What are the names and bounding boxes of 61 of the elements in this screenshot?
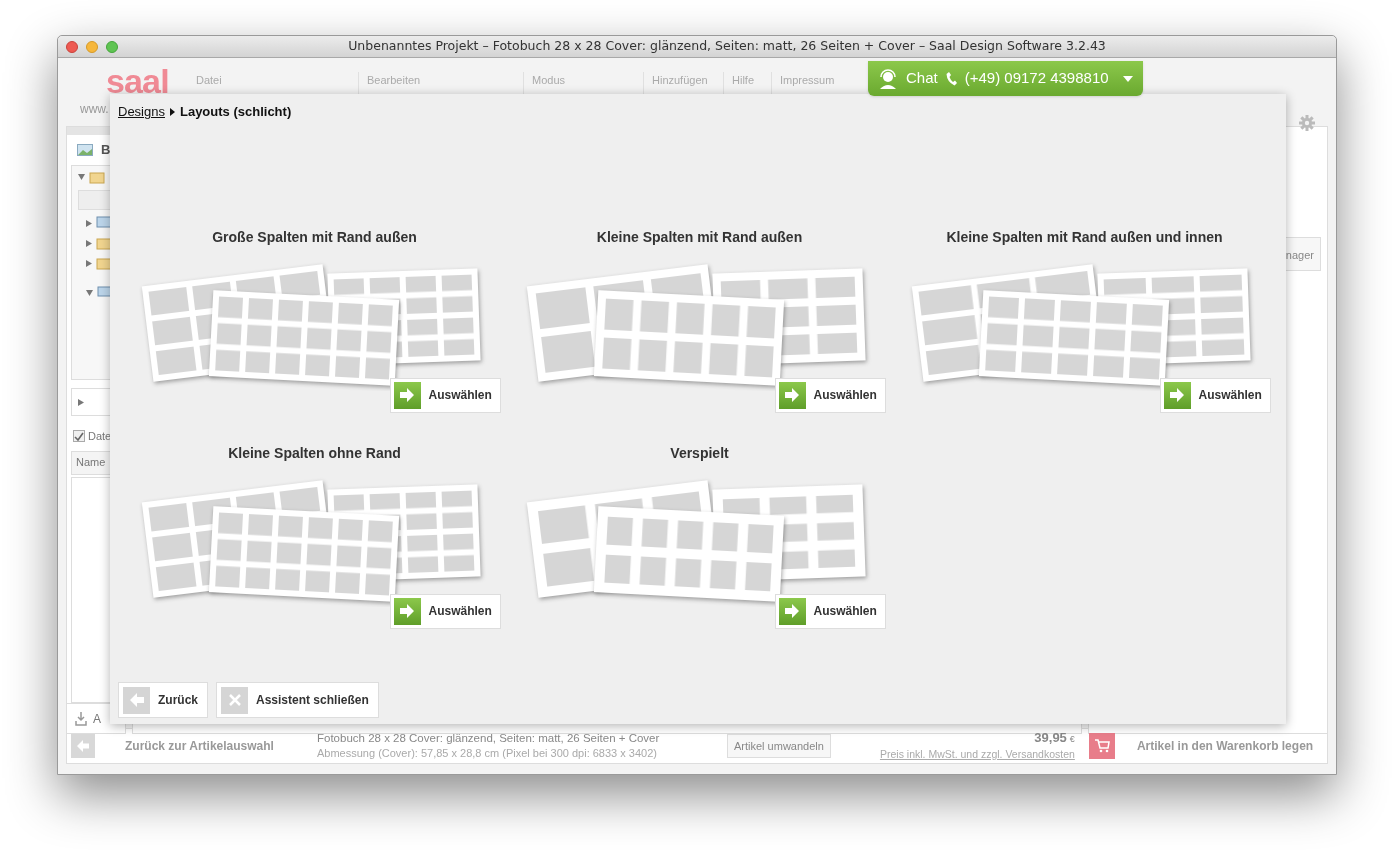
back-button[interactable]: Zurück [118,682,208,718]
panel-label: A [93,710,101,728]
folder-icon [96,256,112,270]
select-layout-button[interactable]: Auswählen [774,377,886,413]
chat-phone-button[interactable]: Chat (+49) 09172 4398810 [868,61,1143,96]
arrow-right-icon [778,597,806,625]
add-to-cart-button[interactable]: Artikel in den Warenkorb legen [1084,729,1327,763]
convert-article-button[interactable]: Artikel umwandeln [727,733,831,759]
folder-icon [89,170,105,184]
arrow-right-icon [393,597,421,625]
phone-icon [945,71,957,86]
select-layout-button[interactable]: Auswählen [1159,377,1271,413]
maximize-window-icon[interactable] [106,40,118,53]
menu-label[interactable]: Bearbeiten [367,72,515,89]
logo: saal [106,66,169,96]
layout-title: Kleine Spalten mit Rand außen und innen [946,227,1223,247]
close-window-icon[interactable] [66,40,78,53]
expand-arrow-icon[interactable] [78,174,85,180]
collapse-arrow-icon[interactable] [78,398,84,406]
layout-title: Große Spalten mit Rand außen [212,227,417,247]
arrow-right-icon [1163,381,1191,409]
headset-icon [878,68,898,89]
select-layout-button[interactable]: Auswählen [389,377,501,413]
select-layout-button[interactable]: Auswählen [389,593,501,629]
close-wizard-button[interactable]: Assistent schließen [216,682,379,718]
collapse-arrow-icon[interactable] [86,219,92,227]
logo-url: www. [80,101,109,118]
price-note-link[interactable]: Preis inkl. MwSt. und zzgl. Versandkosten [879,747,1075,762]
layout-title: Kleine Spalten ohne Rand [228,443,401,463]
arrow-right-icon [778,381,806,409]
arrow-right-icon [393,381,421,409]
breadcrumb-link[interactable]: Designs [118,102,165,122]
collapse-arrow-icon[interactable] [86,259,92,267]
import-icon[interactable] [75,711,87,726]
select-layout-button[interactable]: Auswählen [774,593,886,629]
collapse-arrow-icon[interactable] [86,239,92,247]
checkbox[interactable] [73,430,85,443]
layout-title: Verspielt [670,443,729,463]
arrow-left-icon [123,686,150,714]
image-icon [77,144,93,156]
panel-title: B [101,141,111,160]
menu-label[interactable]: Modus [532,72,635,89]
layout-title: Kleine Spalten mit Rand außen [596,227,803,247]
menu-label[interactable]: Hinzufügen [652,72,715,89]
product-dimensions: Abmessung (Cover): 57,85 x 28,8 cm (Pixel bei 300 dpi: 6833 x 3402) [317,746,658,761]
menu-label[interactable]: Impressum [780,72,853,89]
breadcrumb-current: Layouts (schlicht) [179,103,292,121]
folder-icon [96,236,112,250]
product-description: Fotobuch 28 x 28 Cover: glänzend, Seiten: matt, 26 Seiten + Cover [317,731,661,746]
close-icon [221,686,248,714]
window-title: Unbenanntes Projekt – Fotobuch 28 x 28 Cover: glänzend, Seiten: matt, 26 Seiten + Cover – Saal Design Software 3.2.43 [348,37,1106,56]
currency: € [1069,733,1075,746]
back-to-articles-button[interactable]: Zurück zur Artikelauswahl [67,729,317,763]
column-header: Name [76,455,106,471]
price: 39,95 [1034,730,1067,745]
menu-label[interactable]: Datei [196,72,350,89]
breadcrumb-separator-icon [169,107,175,116]
dropdown-caret-icon [1122,75,1133,82]
menu-label[interactable]: Hilfe [732,72,763,89]
checkbox-label: Date [88,429,112,444]
expand-arrow-icon[interactable] [86,290,93,296]
